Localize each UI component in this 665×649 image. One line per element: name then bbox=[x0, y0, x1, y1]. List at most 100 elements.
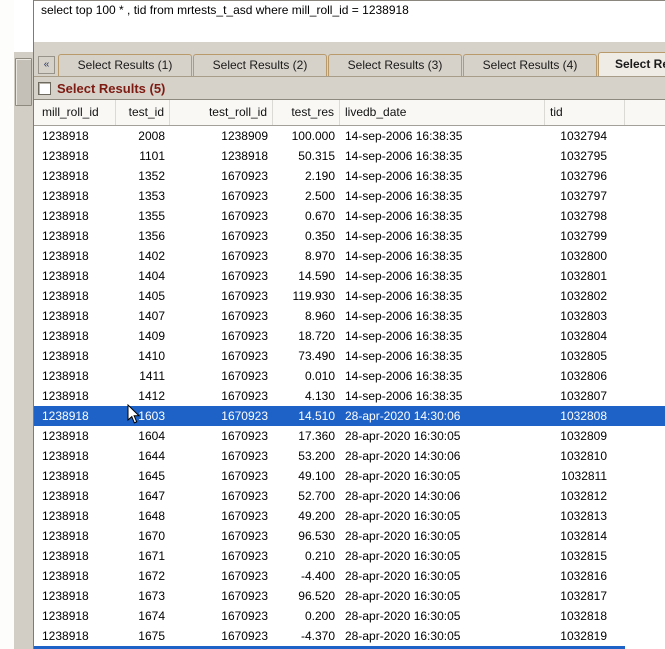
cell-test_roll_id: 1670923 bbox=[170, 526, 273, 546]
table-row[interactable]: 12389181404167092314.59014-sep-2006 16:3… bbox=[34, 266, 665, 286]
cell-tid: 1032810 bbox=[545, 446, 625, 466]
cell-livedb_date: 28-apr-2020 16:30:05 bbox=[340, 466, 545, 486]
cell-mill_roll_id: 1238918 bbox=[34, 546, 116, 566]
cell-livedb_date: 14-sep-2006 16:38:35 bbox=[340, 146, 545, 166]
cell-livedb_date: 28-apr-2020 16:30:05 bbox=[340, 626, 545, 646]
table-row[interactable]: 12389181645167092349.10028-apr-2020 16:3… bbox=[34, 466, 665, 486]
table-row[interactable]: 1238918135216709232.19014-sep-2006 16:38… bbox=[34, 166, 665, 186]
table-row[interactable]: 1238918135516709230.67014-sep-2006 16:38… bbox=[34, 206, 665, 226]
sql-editor[interactable]: select top 100 * , tid from mrtests_t_as… bbox=[34, 0, 665, 42]
tab-select-results-1[interactable]: Select Results (1) bbox=[58, 54, 192, 76]
scrollbar-thumb[interactable] bbox=[15, 58, 32, 106]
table-row[interactable]: 123891814051670923119.93014-sep-2006 16:… bbox=[34, 286, 665, 306]
cell-test_res: 119.930 bbox=[273, 286, 340, 306]
column-header-test_id[interactable]: test_id bbox=[116, 100, 170, 125]
cell-test_roll_id: 1670923 bbox=[170, 306, 273, 326]
cell-tid: 1032815 bbox=[545, 546, 625, 566]
mouse-cursor bbox=[127, 404, 141, 425]
tab-select-results-2[interactable]: Select Results (2) bbox=[193, 54, 327, 76]
cell-tid: 1032801 bbox=[545, 266, 625, 286]
cell-test_id: 1673 bbox=[116, 586, 170, 606]
table-row[interactable]: 12389181410167092373.49014-sep-2006 16:3… bbox=[34, 346, 665, 366]
cell-tid: 1032804 bbox=[545, 326, 625, 346]
table-row[interactable]: 1238918167416709230.20028-apr-2020 16:30… bbox=[34, 606, 665, 626]
cell-test_roll_id: 1670923 bbox=[170, 606, 273, 626]
table-row[interactable]: 12389181647167092352.70028-apr-2020 14:3… bbox=[34, 486, 665, 506]
cell-mill_roll_id: 1238918 bbox=[34, 506, 116, 526]
cell-test_roll_id: 1670923 bbox=[170, 586, 273, 606]
cell-test_roll_id: 1670923 bbox=[170, 506, 273, 526]
table-row[interactable]: 12389181648167092349.20028-apr-2020 16:3… bbox=[34, 506, 665, 526]
table-row[interactable]: 12389181604167092317.36028-apr-2020 16:3… bbox=[34, 426, 665, 446]
cell-mill_roll_id: 1238918 bbox=[34, 286, 116, 306]
cell-test_res: -4.370 bbox=[273, 626, 340, 646]
table-row[interactable]: 1238918141216709234.13014-sep-2006 16:38… bbox=[34, 386, 665, 406]
cell-livedb_date: 28-apr-2020 14:30:06 bbox=[340, 446, 545, 466]
cell-mill_roll_id: 1238918 bbox=[34, 326, 116, 346]
table-row[interactable]: 1238918135616709230.35014-sep-2006 16:38… bbox=[34, 226, 665, 246]
cell-mill_roll_id: 1238918 bbox=[34, 226, 116, 246]
cell-livedb_date: 28-apr-2020 16:30:05 bbox=[340, 566, 545, 586]
cell-test_roll_id: 1670923 bbox=[170, 386, 273, 406]
cell-livedb_date: 14-sep-2006 16:38:35 bbox=[340, 166, 545, 186]
column-header-test_roll_id[interactable]: test_roll_id bbox=[170, 100, 273, 125]
cell-livedb_date: 14-sep-2006 16:38:35 bbox=[340, 246, 545, 266]
cell-test_roll_id: 1670923 bbox=[170, 166, 273, 186]
cell-test_roll_id: 1670923 bbox=[170, 346, 273, 366]
cell-test_roll_id: 1670923 bbox=[170, 626, 273, 646]
cell-test_res: 18.720 bbox=[273, 326, 340, 346]
table-row[interactable]: 12389181101123891850.31514-sep-2006 16:3… bbox=[34, 146, 665, 166]
cell-test_id: 1411 bbox=[116, 366, 170, 386]
table-row[interactable]: 12389181409167092318.72014-sep-2006 16:3… bbox=[34, 326, 665, 346]
table-row[interactable]: 1238918167116709230.21028-apr-2020 16:30… bbox=[34, 546, 665, 566]
cell-tid: 1032794 bbox=[545, 126, 625, 146]
cell-mill_roll_id: 1238918 bbox=[34, 346, 116, 366]
cell-test_roll_id: 1238909 bbox=[170, 126, 273, 146]
table-row[interactable]: 12389181673167092396.52028-apr-2020 16:3… bbox=[34, 586, 665, 606]
table-row[interactable]: 123891820081238909100.00014-sep-2006 16:… bbox=[34, 126, 665, 146]
cell-test_id: 1672 bbox=[116, 566, 170, 586]
cell-test_roll_id: 1670923 bbox=[170, 206, 273, 226]
table-row[interactable]: 123891816751670923-4.37028-apr-2020 16:3… bbox=[34, 626, 665, 646]
table-row[interactable]: 12389181670167092396.53028-apr-2020 16:3… bbox=[34, 526, 665, 546]
cell-test_res: 53.200 bbox=[273, 446, 340, 466]
cell-test_res: 73.490 bbox=[273, 346, 340, 366]
cell-test_res: 52.700 bbox=[273, 486, 340, 506]
cell-livedb_date: 14-sep-2006 16:38:35 bbox=[340, 326, 545, 346]
cell-test_res: 2.190 bbox=[273, 166, 340, 186]
cell-mill_roll_id: 1238918 bbox=[34, 366, 116, 386]
cell-tid: 1032797 bbox=[545, 186, 625, 206]
cell-mill_roll_id: 1238918 bbox=[34, 146, 116, 166]
cell-livedb_date: 14-sep-2006 16:38:35 bbox=[340, 286, 545, 306]
cell-mill_roll_id: 1238918 bbox=[34, 626, 116, 646]
tab-select-results-4[interactable]: Select Results (4) bbox=[463, 54, 597, 76]
vertical-scrollbar[interactable] bbox=[14, 52, 33, 649]
table-row[interactable]: 12389181644167092353.20028-apr-2020 14:3… bbox=[34, 446, 665, 466]
tab-select-results-3[interactable]: Select Results (3) bbox=[328, 54, 462, 76]
cell-test_res: 0.350 bbox=[273, 226, 340, 246]
cell-test_id: 1603 bbox=[116, 406, 170, 426]
cell-tid: 1032819 bbox=[545, 626, 625, 646]
cell-tid: 1032808 bbox=[545, 406, 625, 426]
column-header-livedb_date[interactable]: livedb_date bbox=[340, 100, 545, 125]
table-row[interactable]: 123891816721670923-4.40028-apr-2020 16:3… bbox=[34, 566, 665, 586]
sql-query-text: select top 100 * , tid from mrtests_t_as… bbox=[41, 3, 409, 17]
cell-mill_roll_id: 1238918 bbox=[34, 586, 116, 606]
table-row[interactable]: 1238918140716709238.96014-sep-2006 16:38… bbox=[34, 306, 665, 326]
cell-test_roll_id: 1670923 bbox=[170, 406, 273, 426]
cell-test_roll_id: 1670923 bbox=[170, 466, 273, 486]
cell-tid: 1032799 bbox=[545, 226, 625, 246]
cell-test_res: 0.670 bbox=[273, 206, 340, 226]
tab-select-results-5[interactable]: Select Results (5) bbox=[598, 52, 665, 76]
column-header-test_res[interactable]: test_res bbox=[273, 100, 340, 125]
tab-scroll-button[interactable]: « bbox=[38, 56, 55, 74]
cell-livedb_date: 14-sep-2006 16:38:35 bbox=[340, 126, 545, 146]
column-header-tid[interactable]: tid bbox=[545, 100, 625, 125]
cell-mill_roll_id: 1238918 bbox=[34, 426, 116, 446]
column-header-mill_roll_id[interactable]: mill_roll_id bbox=[34, 100, 116, 125]
table-row[interactable]: 1238918140216709238.97014-sep-2006 16:38… bbox=[34, 246, 665, 266]
panel-checkbox[interactable] bbox=[38, 82, 51, 95]
table-row[interactable]: 1238918135316709232.50014-sep-2006 16:38… bbox=[34, 186, 665, 206]
table-row[interactable]: 1238918141116709230.01014-sep-2006 16:38… bbox=[34, 366, 665, 386]
cell-test_res: 8.970 bbox=[273, 246, 340, 266]
